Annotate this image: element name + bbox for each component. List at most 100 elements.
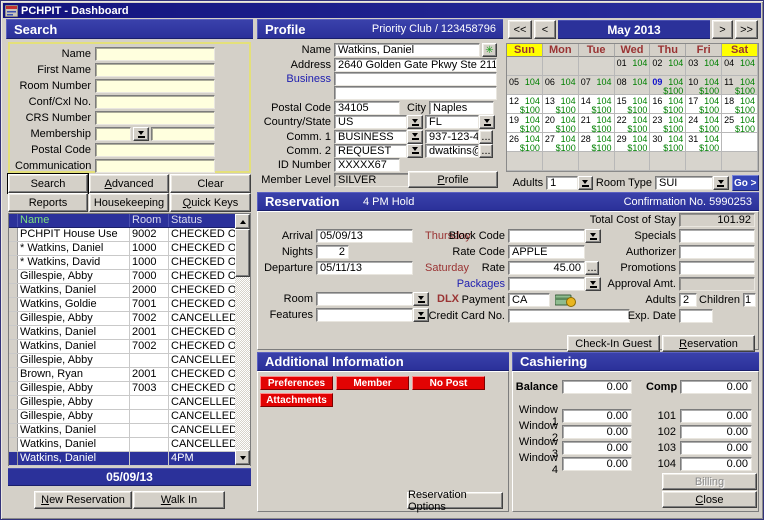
search-first-name-input[interactable]: [95, 63, 215, 77]
comm2-dropdown-button[interactable]: [407, 144, 423, 158]
search-crs-input[interactable]: [95, 111, 215, 125]
clear-button[interactable]: Clear: [170, 174, 251, 193]
advanced-button[interactable]: Advanced: [89, 174, 169, 193]
table-row[interactable]: Watkins, Daniel CANCELLED: [9, 438, 250, 452]
postal-field[interactable]: 34105: [334, 101, 400, 115]
calendar-day-cell[interactable]: [579, 57, 615, 76]
state-field[interactable]: FL: [425, 115, 479, 129]
calendar-day-cell[interactable]: [543, 57, 579, 76]
comm2-more-button[interactable]: ...: [479, 144, 493, 158]
calendar-day-cell[interactable]: 19 104 $100: [507, 114, 543, 133]
calendar-day-cell[interactable]: 29 104 $100: [615, 133, 651, 152]
calendar-day-cell[interactable]: 15 104 $100: [615, 95, 651, 114]
row-selector-cell[interactable]: [9, 256, 18, 269]
table-row[interactable]: Gillespie, Abby CANCELLED: [9, 396, 250, 410]
calendar-day-cell[interactable]: 21 104 $100: [579, 114, 615, 133]
quick-keys-button[interactable]: Quick Keys: [170, 193, 251, 212]
row-selector-cell[interactable]: [9, 270, 18, 283]
search-button[interactable]: Search: [8, 174, 88, 193]
calendar-day-cell[interactable]: 18 104 $100: [722, 95, 758, 114]
adults-dropdown-button[interactable]: [578, 176, 594, 190]
window-code-amount-field[interactable]: 0.00: [680, 441, 752, 455]
window-amount-field[interactable]: 0.00: [562, 409, 632, 423]
row-selector-cell[interactable]: [9, 354, 18, 367]
row-selector-cell[interactable]: [9, 396, 18, 409]
search-membership-number-input[interactable]: [151, 127, 215, 141]
calendar-day-cell[interactable]: 30 104 $100: [650, 133, 686, 152]
calendar-next-month-button[interactable]: >: [712, 20, 733, 39]
window-amount-field[interactable]: 0.00: [562, 425, 632, 439]
housekeeping-button[interactable]: Housekeeping: [89, 193, 169, 212]
calendar-day-cell[interactable]: [722, 152, 758, 171]
comm1-dropdown-button[interactable]: [407, 130, 423, 144]
row-selector-cell[interactable]: [9, 410, 18, 423]
adults-count-field[interactable]: 2: [679, 293, 697, 307]
specials-field[interactable]: [679, 229, 755, 243]
reports-button[interactable]: Reports: [8, 193, 88, 212]
calendar-next-year-button[interactable]: >>: [735, 20, 758, 39]
check-in-guest-button[interactable]: Check-In Guest: [567, 335, 660, 352]
calendar-day-cell[interactable]: 12 104 $100: [507, 95, 543, 114]
row-selector-cell[interactable]: [9, 228, 18, 241]
room-type-field[interactable]: SUI: [655, 176, 713, 190]
calendar-day-cell[interactable]: 14 104 $100: [579, 95, 615, 114]
profile-button[interactable]: Profile: [408, 171, 498, 188]
indicator-lamp[interactable]: Attachments: [260, 393, 333, 407]
calendar-day-cell[interactable]: 10 104 $100: [686, 76, 722, 95]
calendar-day-cell[interactable]: 23 104 $100: [650, 114, 686, 133]
row-selector-cell[interactable]: [9, 382, 18, 395]
row-selector-cell[interactable]: [9, 452, 18, 465]
calendar-day-cell[interactable]: 22 104 $100: [615, 114, 651, 133]
calendar-day-cell[interactable]: 05 104: [507, 76, 543, 95]
features-field[interactable]: [316, 308, 413, 322]
calendar-day-cell[interactable]: 06 104: [543, 76, 579, 95]
membership-dropdown-button[interactable]: [133, 127, 149, 141]
id-number-field[interactable]: XXXXX67: [334, 158, 400, 172]
calendar-day-cell[interactable]: 25 104 $100: [722, 114, 758, 133]
country-field[interactable]: US: [334, 115, 407, 129]
rate-code-field[interactable]: APPLE: [508, 245, 585, 259]
calendar-day-cell[interactable]: 28 104 $100: [579, 133, 615, 152]
country-dropdown-button[interactable]: [407, 115, 423, 129]
calendar-day-cell[interactable]: 24 104 $100: [686, 114, 722, 133]
calendar-day-cell[interactable]: 16 104 $100: [650, 95, 686, 114]
comm1-type-field[interactable]: BUSINESS: [334, 130, 407, 144]
nights-field[interactable]: 2: [316, 245, 349, 259]
state-dropdown-button[interactable]: [479, 115, 495, 129]
table-row[interactable]: Gillespie, Abby 7002 CANCELLED: [9, 312, 250, 326]
walk-in-button[interactable]: Walk In: [133, 491, 225, 509]
children-field[interactable]: 1: [743, 293, 756, 307]
table-row[interactable]: Gillespie, Abby 7003 CHECKED OUT: [9, 382, 250, 396]
calendar-day-cell[interactable]: [686, 152, 722, 171]
indicator-lamp[interactable]: Preferences: [260, 376, 333, 390]
indicator-lamp[interactable]: Member: [336, 376, 409, 390]
scroll-up-button[interactable]: [235, 214, 250, 229]
rate-field[interactable]: 45.00: [508, 261, 585, 275]
table-row[interactable]: Watkins, Daniel 4PM: [9, 452, 250, 466]
profile-name-field[interactable]: Watkins, Daniel: [334, 43, 480, 57]
address-field[interactable]: 2640 Golden Gate Pkwy Ste 211: [334, 58, 497, 72]
packages-field[interactable]: [508, 277, 585, 291]
calendar-day-cell[interactable]: [579, 152, 615, 171]
table-row[interactable]: Watkins, Daniel 2001 CHECKED OUT: [9, 326, 250, 340]
window-code-amount-field[interactable]: 0.00: [680, 425, 752, 439]
search-communication-input[interactable]: [95, 159, 215, 173]
calendar-day-cell[interactable]: 11 104 $100: [722, 76, 758, 95]
calendar-day-cell[interactable]: 07 104: [579, 76, 615, 95]
calendar-prev-year-button[interactable]: <<: [508, 20, 532, 39]
calendar-day-cell[interactable]: 13 104 $100: [543, 95, 579, 114]
table-scrollbar[interactable]: [235, 214, 250, 465]
indicator-lamp[interactable]: No Post: [412, 376, 485, 390]
calendar-day-cell[interactable]: 09 104 $100: [650, 76, 686, 95]
comm2-type-field[interactable]: REQUEST: [334, 144, 407, 158]
promotions-field[interactable]: [679, 261, 755, 275]
exp-date-field[interactable]: [679, 309, 713, 323]
calendar-day-cell[interactable]: 20 104 $100: [543, 114, 579, 133]
calendar-day-cell[interactable]: [543, 152, 579, 171]
scrollbar-thumb[interactable]: [235, 229, 250, 277]
table-row[interactable]: Watkins, Goldie 7001 CHECKED OUT: [9, 298, 250, 312]
business-field-1[interactable]: [334, 72, 497, 86]
row-selector-cell[interactable]: [9, 298, 18, 311]
calendar-day-cell[interactable]: 08 104: [615, 76, 651, 95]
table-row[interactable]: PCHPIT House Use 9002 CHECKED OUT: [9, 228, 250, 242]
